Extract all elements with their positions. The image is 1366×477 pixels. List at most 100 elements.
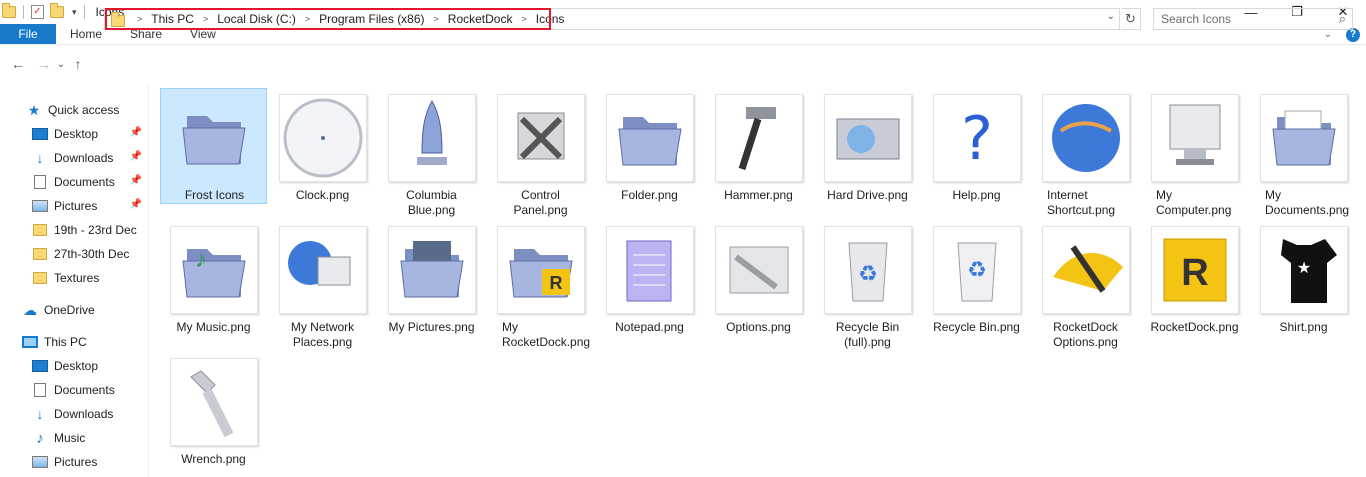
file-item[interactable]: Hard Drive.png — [814, 89, 921, 217]
file-item[interactable]: ♻ Recycle Bin (full).png — [814, 221, 921, 349]
sidebar-item-label: Music — [54, 431, 86, 445]
properties-icon[interactable]: ✓ — [31, 5, 44, 19]
file-name-line: Options.png — [1053, 335, 1118, 349]
tools-icon — [497, 94, 585, 182]
sidebar-item-quick-access[interactable]: ★ Quick access — [0, 99, 148, 121]
notepad-icon — [606, 226, 694, 314]
folder-icon — [33, 224, 47, 236]
file-name: Notepad.png — [598, 320, 701, 335]
file-name: My Network Places.png — [271, 320, 374, 350]
pin-icon[interactable]: 📌 — [130, 127, 142, 138]
file-item[interactable]: R My RocketDock.png — [487, 221, 594, 349]
file-item[interactable]: My Pictures.png — [378, 221, 485, 349]
file-name-line: RocketDock.png — [1150, 320, 1239, 334]
pin-icon[interactable]: 📌 — [130, 175, 142, 186]
sidebar-item-27th-30th-dec[interactable]: 27th-30th Dec — [0, 243, 148, 265]
file-name-line: Blue.png — [407, 203, 456, 217]
file-name-line: RocketDock.png — [502, 335, 591, 349]
hard-drive-icon — [824, 94, 912, 182]
file-name-line: Shirt.png — [1279, 320, 1328, 334]
sidebar-item-label: Quick access — [48, 103, 120, 117]
sidebar-item-pc-pictures[interactable]: Pictures — [0, 451, 148, 473]
search-icon[interactable]: ⌕ — [1339, 11, 1346, 27]
file-item[interactable]: Frost Icons — [160, 88, 267, 204]
folder-icon — [171, 94, 259, 182]
file-item[interactable]: Clock.png — [269, 89, 376, 217]
new-folder-icon[interactable] — [50, 3, 64, 18]
pin-icon[interactable]: 📌 — [130, 151, 142, 162]
file-name: Recycle Bin (full).png — [816, 320, 919, 350]
file-item[interactable]: Columbia Blue.png — [378, 89, 485, 217]
downloads-icon: ↓ — [36, 406, 44, 422]
pin-icon[interactable]: 📌 — [130, 199, 142, 210]
recent-locations-button[interactable]: ⌄ — [54, 59, 68, 70]
sidebar-item-pictures[interactable]: Pictures 📌 — [0, 195, 148, 217]
file-item[interactable]: Options.png — [705, 221, 812, 349]
file-item[interactable]: ♻ Recycle Bin.png — [923, 221, 1030, 349]
folder-icon[interactable] — [2, 3, 16, 18]
cloud-icon: ☁ — [23, 301, 37, 318]
sidebar-item-label: This PC — [44, 335, 87, 349]
downloads-icon: ↓ — [36, 150, 44, 166]
up-button[interactable]: ↑ — [68, 56, 88, 72]
file-item[interactable]: Folder.png — [596, 89, 703, 217]
file-item[interactable]: Internet Shortcut.png — [1032, 89, 1139, 217]
back-button[interactable]: ← — [8, 56, 28, 72]
sidebar-item-desktop[interactable]: Desktop 📌 — [0, 123, 148, 145]
file-item[interactable]: My Network Places.png — [269, 221, 376, 349]
computer-icon — [1151, 94, 1239, 182]
rocketdock-folder-icon: R — [497, 226, 585, 314]
customize-toolbar-icon[interactable]: ▾ — [72, 7, 77, 18]
tab-file[interactable]: File — [0, 24, 56, 44]
file-list: Frost Icons Clock.png Columbia Blue.png Cont… — [160, 86, 1360, 477]
sidebar-item-pc-documents[interactable]: Documents — [0, 379, 148, 401]
forward-button[interactable]: → — [34, 56, 54, 72]
file-name: My RocketDock.png — [502, 320, 592, 350]
file-item[interactable]: Notepad.png — [596, 221, 703, 349]
svg-text:R: R — [1181, 252, 1208, 294]
search-box[interactable]: ⌕ — [1153, 8, 1353, 30]
file-item[interactable]: Hammer.png — [705, 89, 812, 217]
file-name-line: Control — [521, 188, 560, 202]
file-name: Clock.png — [271, 188, 374, 203]
sidebar-item-textures[interactable]: Textures — [0, 267, 148, 289]
svg-text:♻: ♻ — [858, 261, 878, 286]
file-name-line: Columbia — [406, 188, 457, 202]
sidebar-item-pc-desktop[interactable]: Desktop — [0, 355, 148, 377]
file-item[interactable]: ♪ My Music.png — [160, 221, 267, 349]
pane-divider — [148, 84, 149, 477]
expand-ribbon-icon[interactable]: ⌄ — [1324, 29, 1332, 40]
file-item[interactable]: ? Help.png — [923, 89, 1030, 217]
search-input[interactable] — [1161, 12, 1326, 26]
file-item[interactable]: My Computer.png — [1141, 89, 1248, 217]
sidebar-item-pc-music[interactable]: ♪ Music — [0, 427, 148, 449]
sidebar-item-pc-downloads[interactable]: ↓ Downloads — [0, 403, 148, 425]
file-item[interactable]: ★ Shirt.png — [1250, 221, 1357, 349]
file-item[interactable]: R RocketDock.png — [1141, 221, 1248, 349]
refresh-button[interactable]: ↻ — [1121, 8, 1141, 30]
network-icon — [279, 226, 367, 314]
file-name-line: Frost Icons — [184, 188, 245, 202]
options-icon — [715, 226, 803, 314]
sidebar-item-label: Textures — [54, 271, 100, 285]
file-item[interactable]: RocketDock Options.png — [1032, 221, 1139, 349]
sidebar-item-19th-23rd-dec[interactable]: 19th - 23rd Dec — [0, 219, 148, 241]
file-name: Folder.png — [598, 188, 701, 203]
sidebar-item-documents[interactable]: Documents 📌 — [0, 171, 148, 193]
file-name-line: RocketDock — [1053, 320, 1118, 334]
file-name: Help.png — [925, 188, 1028, 203]
address-dropdown-icon[interactable]: ⌄ — [1107, 11, 1115, 22]
file-item[interactable]: Control Panel.png — [487, 89, 594, 217]
file-name-line: My Music.png — [176, 320, 251, 334]
file-name-line: My Network — [290, 320, 355, 334]
sidebar-item-this-pc[interactable]: This PC — [0, 331, 148, 353]
file-item[interactable]: My Documents.png — [1250, 89, 1357, 217]
svg-text:R: R — [550, 273, 563, 293]
highlight-box — [105, 8, 551, 30]
file-item[interactable]: Wrench.png — [160, 353, 267, 477]
sidebar-item-downloads[interactable]: ↓ Downloads 📌 — [0, 147, 148, 169]
file-name-line: (full).png — [844, 335, 891, 349]
sidebar-item-onedrive[interactable]: ☁ OneDrive — [0, 299, 148, 321]
file-name: RocketDock.png — [1143, 320, 1246, 335]
music-icon: ♪ — [36, 429, 44, 447]
